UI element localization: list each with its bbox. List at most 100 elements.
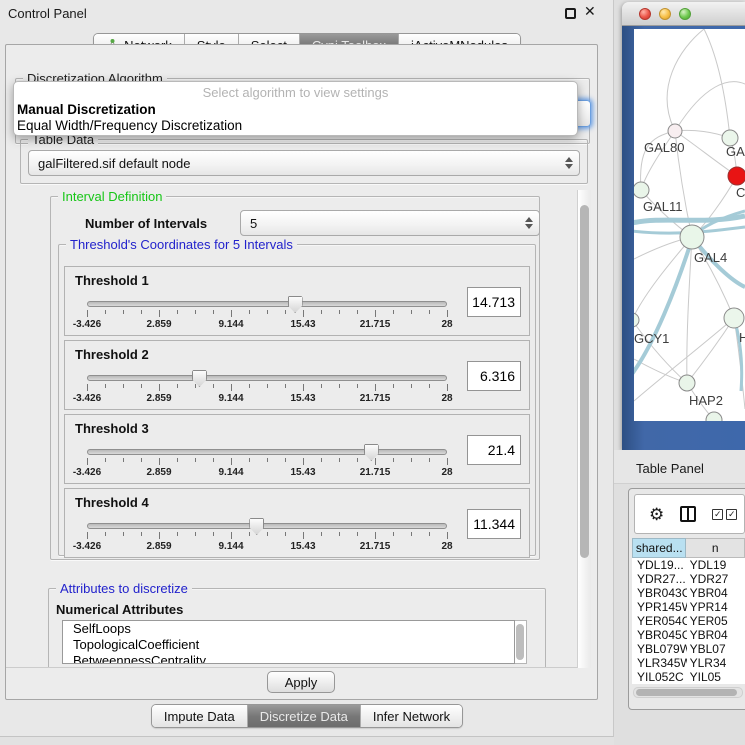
table-row[interactable]: YDR27...YDR27 [632, 572, 745, 586]
network-node[interactable] [634, 313, 639, 327]
cell-shared-name[interactable]: YER054C [632, 614, 687, 628]
tick-label: 9.144 [218, 541, 243, 552]
slider-track[interactable] [87, 375, 447, 381]
table-row[interactable]: YLR345WYLR34 [632, 656, 745, 670]
tick-label: 2.859 [146, 541, 171, 552]
cell-shared-name[interactable]: YIL052C [632, 670, 687, 684]
network-node[interactable] [728, 167, 745, 185]
threshold-value-field[interactable]: 11.344 [467, 509, 521, 539]
panel-scrollbar-thumb[interactable] [580, 205, 589, 558]
tab-label: Impute Data [164, 709, 235, 724]
network-node-label: H [739, 330, 745, 345]
table-data-combo[interactable]: galFiltered.sif default node [28, 150, 580, 176]
cell-name[interactable]: YDL19 [687, 558, 745, 572]
attributes-group-label: Attributes to discretize [56, 581, 192, 596]
attribute-list-item[interactable]: SelfLoops [63, 621, 514, 637]
cell-shared-name[interactable]: YBL079W [632, 642, 687, 656]
cell-shared-name[interactable]: YBR043C [632, 586, 687, 600]
network-window-titlebar[interactable] [622, 2, 745, 26]
slider-ticks [87, 532, 447, 540]
slider-track[interactable] [87, 449, 447, 455]
tick-label: 15.43 [290, 393, 315, 404]
threshold-panel: Threshold 4-3.4262.8599.14415.4321.71528… [64, 488, 530, 558]
cell-name[interactable]: YIL05 [687, 670, 745, 684]
attributes-list-scrollbar[interactable] [515, 620, 527, 664]
cell-shared-name[interactable]: YDR27... [632, 572, 687, 586]
tab-impute-data[interactable]: Impute Data [152, 705, 247, 727]
cell-name[interactable]: YDR27 [687, 572, 745, 586]
network-edges [634, 29, 745, 420]
close-traffic-light-icon[interactable] [639, 8, 651, 20]
checkbox-icon[interactable]: ✓ [712, 509, 723, 520]
cell-name[interactable]: YBR04 [687, 586, 745, 600]
slider-ticks [87, 458, 447, 466]
slider-track[interactable] [87, 301, 447, 307]
cell-name[interactable]: YER05 [687, 614, 745, 628]
combo-arrows-icon [525, 211, 533, 235]
numerical-attributes-list[interactable]: SelfLoopsTopologicalCoefficientBetweenne… [62, 620, 515, 664]
table-panel-titlebar[interactable]: Table Panel [614, 450, 745, 484]
bottom-tab-bar: Impute Data Discretize DataInfer Network [0, 704, 614, 728]
column-header-shared[interactable]: shared... [632, 538, 686, 558]
tab-infer-network[interactable]: Infer Network [360, 705, 462, 727]
close-icon[interactable]: ✕ [584, 3, 596, 20]
column-split-icon[interactable] [680, 506, 696, 522]
float-window-icon[interactable] [565, 8, 576, 19]
column-header-name[interactable]: n [686, 538, 745, 558]
network-node-label: GCY1 [634, 331, 669, 346]
table-row[interactable]: YBR043CYBR04 [632, 586, 745, 600]
checkbox-icon[interactable]: ✓ [726, 509, 737, 520]
network-node[interactable] [680, 225, 704, 249]
network-node[interactable] [634, 182, 649, 198]
cell-shared-name[interactable]: YDL19... [632, 558, 687, 572]
cell-name[interactable]: YBL07 [687, 642, 745, 656]
minimize-traffic-light-icon[interactable] [659, 8, 671, 20]
network-node[interactable] [668, 124, 682, 138]
zoom-traffic-light-icon[interactable] [679, 8, 691, 20]
attribute-list-item[interactable]: BetweennessCentrality [63, 653, 514, 664]
cell-shared-name[interactable]: YBR045C [632, 628, 687, 642]
tick-label: 2.859 [146, 319, 171, 330]
table-row[interactable]: YBR045CYBR04 [632, 628, 745, 642]
panel-scrollbar-track[interactable] [577, 190, 591, 668]
threshold-value-field[interactable]: 21.4 [467, 435, 521, 465]
num-intervals-combo[interactable]: 5 [240, 210, 540, 236]
dropdown-option[interactable]: Manual Discretization [14, 102, 577, 118]
num-intervals-value: 5 [250, 216, 257, 231]
table-row[interactable]: YER054CYER05 [632, 614, 745, 628]
table-row[interactable]: YDL19...YDL19 [632, 558, 745, 572]
slider-ticks [87, 384, 447, 392]
tick-label: 28 [441, 467, 452, 478]
network-canvas[interactable]: GAL80GALCGAL11GAL4GCY1HHAP2 [634, 29, 745, 421]
cell-name[interactable]: YPR14 [687, 600, 745, 614]
num-intervals-label: Number of Intervals [85, 216, 207, 231]
table-row[interactable]: YIL052CYIL05 [632, 670, 745, 684]
thresholds-group-label: Threshold's Coordinates for 5 Intervals [66, 237, 297, 252]
tick-label: -3.426 [73, 541, 101, 552]
network-node[interactable] [679, 375, 695, 391]
table-scrollbar-thumb[interactable] [636, 689, 737, 696]
window-title: Control Panel [8, 6, 87, 21]
dropdown-option[interactable]: Equal Width/Frequency Discretization [14, 118, 577, 134]
threshold-value-field[interactable]: 6.316 [467, 361, 521, 391]
gear-icon[interactable]: ⚙ [649, 506, 664, 523]
attribute-list-item[interactable]: TopologicalCoefficient [63, 637, 514, 653]
tick-label: 2.859 [146, 467, 171, 478]
network-node[interactable] [724, 308, 744, 328]
cell-name[interactable]: YBR04 [687, 628, 745, 642]
threshold-value-field[interactable]: 14.713 [467, 287, 521, 317]
threshold-label: Threshold 3 [75, 421, 149, 436]
table-row[interactable]: YBL079WYBL07 [632, 642, 745, 656]
apply-button[interactable]: Apply [267, 671, 335, 693]
cell-shared-name[interactable]: YLR345W [632, 656, 687, 670]
tab-discretize-data[interactable]: Discretize Data [247, 705, 360, 727]
tick-label: 21.715 [360, 319, 391, 330]
table-horizontal-scrollbar[interactable] [633, 687, 743, 698]
slider-track[interactable] [87, 523, 447, 529]
cell-shared-name[interactable]: YPR145W [632, 600, 687, 614]
threshold-label: Threshold 1 [75, 273, 149, 288]
network-node-label: GAL11 [643, 199, 683, 214]
table-row[interactable]: YPR145WYPR14 [632, 600, 745, 614]
table-data-value: galFiltered.sif default node [38, 156, 190, 171]
cell-name[interactable]: YLR34 [687, 656, 745, 670]
